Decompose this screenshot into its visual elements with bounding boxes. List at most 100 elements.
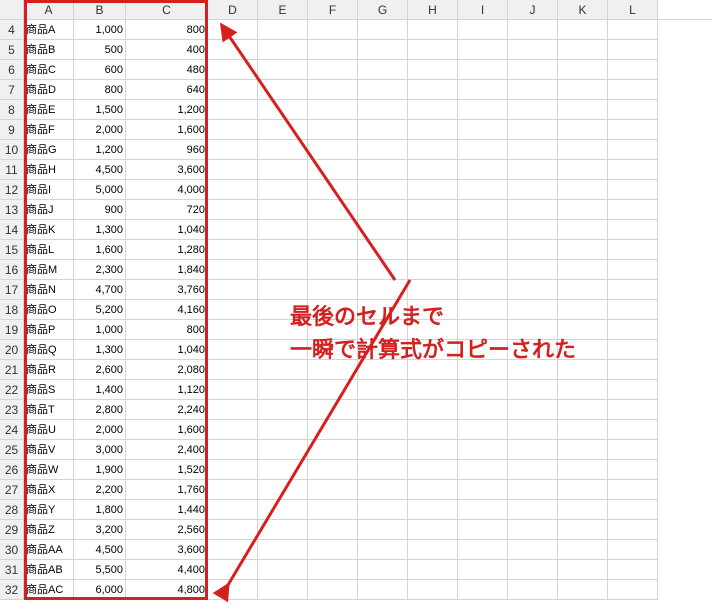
cell-empty[interactable] bbox=[408, 460, 458, 480]
cell-empty[interactable] bbox=[608, 520, 658, 540]
cell-empty[interactable] bbox=[358, 460, 408, 480]
cell-empty[interactable] bbox=[608, 300, 658, 320]
select-all-corner[interactable] bbox=[0, 0, 24, 20]
cell-empty[interactable] bbox=[458, 400, 508, 420]
cell-empty[interactable] bbox=[608, 140, 658, 160]
cell-empty[interactable] bbox=[258, 140, 308, 160]
cell[interactable]: 1,900 bbox=[74, 460, 126, 480]
cell-empty[interactable] bbox=[208, 400, 258, 420]
cell-empty[interactable] bbox=[458, 240, 508, 260]
cell-empty[interactable] bbox=[558, 360, 608, 380]
cell[interactable]: 商品D bbox=[24, 80, 74, 100]
cell-empty[interactable] bbox=[308, 260, 358, 280]
cell-empty[interactable] bbox=[258, 480, 308, 500]
cell[interactable]: 2,200 bbox=[74, 480, 126, 500]
cell-empty[interactable] bbox=[358, 340, 408, 360]
cell-empty[interactable] bbox=[308, 420, 358, 440]
cell-empty[interactable] bbox=[258, 360, 308, 380]
cell-empty[interactable] bbox=[408, 200, 458, 220]
cell-empty[interactable] bbox=[258, 300, 308, 320]
row-header[interactable]: 27 bbox=[0, 480, 24, 500]
cell-empty[interactable] bbox=[258, 560, 308, 580]
cell-empty[interactable] bbox=[458, 220, 508, 240]
cell-empty[interactable] bbox=[558, 180, 608, 200]
cell-empty[interactable] bbox=[608, 120, 658, 140]
cell-empty[interactable] bbox=[208, 500, 258, 520]
cell-empty[interactable] bbox=[558, 540, 608, 560]
cell[interactable]: 2,800 bbox=[74, 400, 126, 420]
cell[interactable]: 商品S bbox=[24, 380, 74, 400]
cell-empty[interactable] bbox=[358, 320, 408, 340]
row-header[interactable]: 16 bbox=[0, 260, 24, 280]
cell-empty[interactable] bbox=[558, 200, 608, 220]
cell-empty[interactable] bbox=[458, 260, 508, 280]
cell-empty[interactable] bbox=[358, 380, 408, 400]
cell-empty[interactable] bbox=[508, 440, 558, 460]
cell[interactable]: 商品G bbox=[24, 140, 74, 160]
cell-empty[interactable] bbox=[608, 60, 658, 80]
cell-empty[interactable] bbox=[308, 500, 358, 520]
cell-empty[interactable] bbox=[258, 320, 308, 340]
cell-empty[interactable] bbox=[208, 460, 258, 480]
cell-empty[interactable] bbox=[558, 340, 608, 360]
cell-empty[interactable] bbox=[558, 520, 608, 540]
cell-empty[interactable] bbox=[458, 320, 508, 340]
cell-empty[interactable] bbox=[208, 300, 258, 320]
cell-empty[interactable] bbox=[558, 220, 608, 240]
cell[interactable]: 1,120 bbox=[126, 380, 208, 400]
column-header-D[interactable]: D bbox=[208, 0, 258, 19]
cell-empty[interactable] bbox=[458, 200, 508, 220]
cell-empty[interactable] bbox=[608, 340, 658, 360]
cell[interactable]: 商品P bbox=[24, 320, 74, 340]
cell-empty[interactable] bbox=[258, 420, 308, 440]
column-header-F[interactable]: F bbox=[308, 0, 358, 19]
cell-empty[interactable] bbox=[508, 520, 558, 540]
cell-empty[interactable] bbox=[408, 480, 458, 500]
cell-empty[interactable] bbox=[458, 40, 508, 60]
cell-empty[interactable] bbox=[608, 40, 658, 60]
row-header[interactable]: 17 bbox=[0, 280, 24, 300]
cell-empty[interactable] bbox=[558, 240, 608, 260]
cell-empty[interactable] bbox=[408, 280, 458, 300]
cell-empty[interactable] bbox=[508, 140, 558, 160]
cell-empty[interactable] bbox=[408, 140, 458, 160]
cell[interactable]: 商品L bbox=[24, 240, 74, 260]
cell-empty[interactable] bbox=[208, 20, 258, 40]
cell[interactable]: 商品E bbox=[24, 100, 74, 120]
cell-empty[interactable] bbox=[508, 20, 558, 40]
cell-empty[interactable] bbox=[408, 440, 458, 460]
cell-empty[interactable] bbox=[458, 140, 508, 160]
cell-empty[interactable] bbox=[508, 560, 558, 580]
cell-empty[interactable] bbox=[208, 280, 258, 300]
cell-empty[interactable] bbox=[358, 240, 408, 260]
cell-empty[interactable] bbox=[608, 400, 658, 420]
cell-empty[interactable] bbox=[608, 200, 658, 220]
cell-empty[interactable] bbox=[558, 320, 608, 340]
cell-empty[interactable] bbox=[358, 580, 408, 600]
cell-empty[interactable] bbox=[358, 60, 408, 80]
cell-empty[interactable] bbox=[558, 120, 608, 140]
cell-empty[interactable] bbox=[558, 60, 608, 80]
cell-empty[interactable] bbox=[558, 100, 608, 120]
cell-empty[interactable] bbox=[208, 140, 258, 160]
cell-empty[interactable] bbox=[358, 160, 408, 180]
cell[interactable]: 1,840 bbox=[126, 260, 208, 280]
row-header[interactable]: 18 bbox=[0, 300, 24, 320]
cell-empty[interactable] bbox=[208, 100, 258, 120]
cell-empty[interactable] bbox=[558, 440, 608, 460]
cell-empty[interactable] bbox=[508, 320, 558, 340]
cell-empty[interactable] bbox=[508, 100, 558, 120]
cell-empty[interactable] bbox=[258, 100, 308, 120]
cell[interactable]: 1,600 bbox=[126, 420, 208, 440]
cell-empty[interactable] bbox=[458, 460, 508, 480]
cell-empty[interactable] bbox=[258, 60, 308, 80]
cell[interactable]: 商品N bbox=[24, 280, 74, 300]
cell-empty[interactable] bbox=[458, 520, 508, 540]
cell-empty[interactable] bbox=[258, 240, 308, 260]
cell-empty[interactable] bbox=[358, 420, 408, 440]
row-header[interactable]: 26 bbox=[0, 460, 24, 480]
cell[interactable]: 1,300 bbox=[74, 340, 126, 360]
cell-empty[interactable] bbox=[358, 280, 408, 300]
row-header[interactable]: 30 bbox=[0, 540, 24, 560]
cell-empty[interactable] bbox=[458, 120, 508, 140]
